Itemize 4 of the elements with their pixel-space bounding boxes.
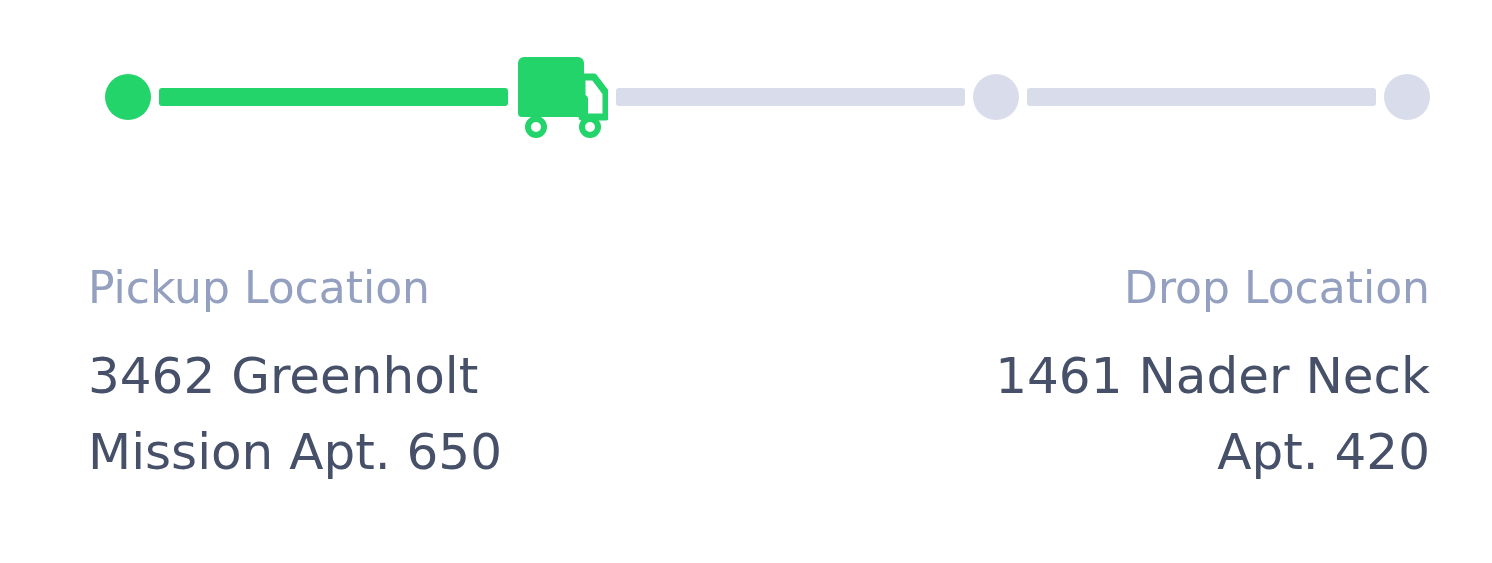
location-label: Pickup Location — [88, 261, 430, 315]
location-address: 1461 Nader Neck Apt. 420 — [994, 346, 1430, 483]
location-label: Drop Location — [1124, 261, 1430, 315]
location-address: 3462 Greenholt Mission Apt. 650 — [88, 346, 503, 483]
